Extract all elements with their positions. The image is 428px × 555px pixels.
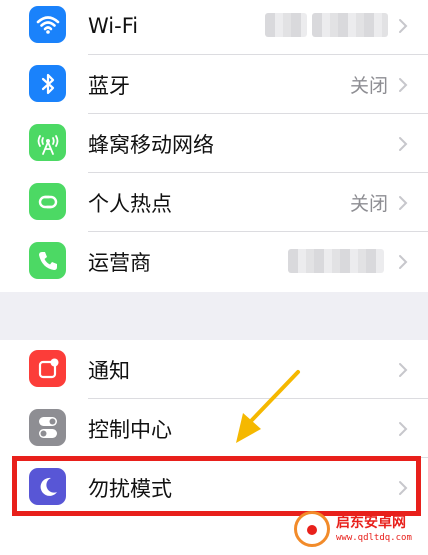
- watermark: 启东安卓网 www.qdltdq.com: [294, 506, 424, 552]
- watermark-logo-icon: [294, 511, 330, 547]
- watermark-url: www.qdltdq.com: [336, 533, 412, 543]
- watermark-title: 启东安卓网: [336, 515, 406, 531]
- annotation-arrow-icon: [236, 370, 300, 443]
- settings-screen: Wi-Fi 蓝牙 关闭 蜂窝移动网络 个人热点 关闭 运营商 通知 控制中心 勿…: [0, 0, 428, 555]
